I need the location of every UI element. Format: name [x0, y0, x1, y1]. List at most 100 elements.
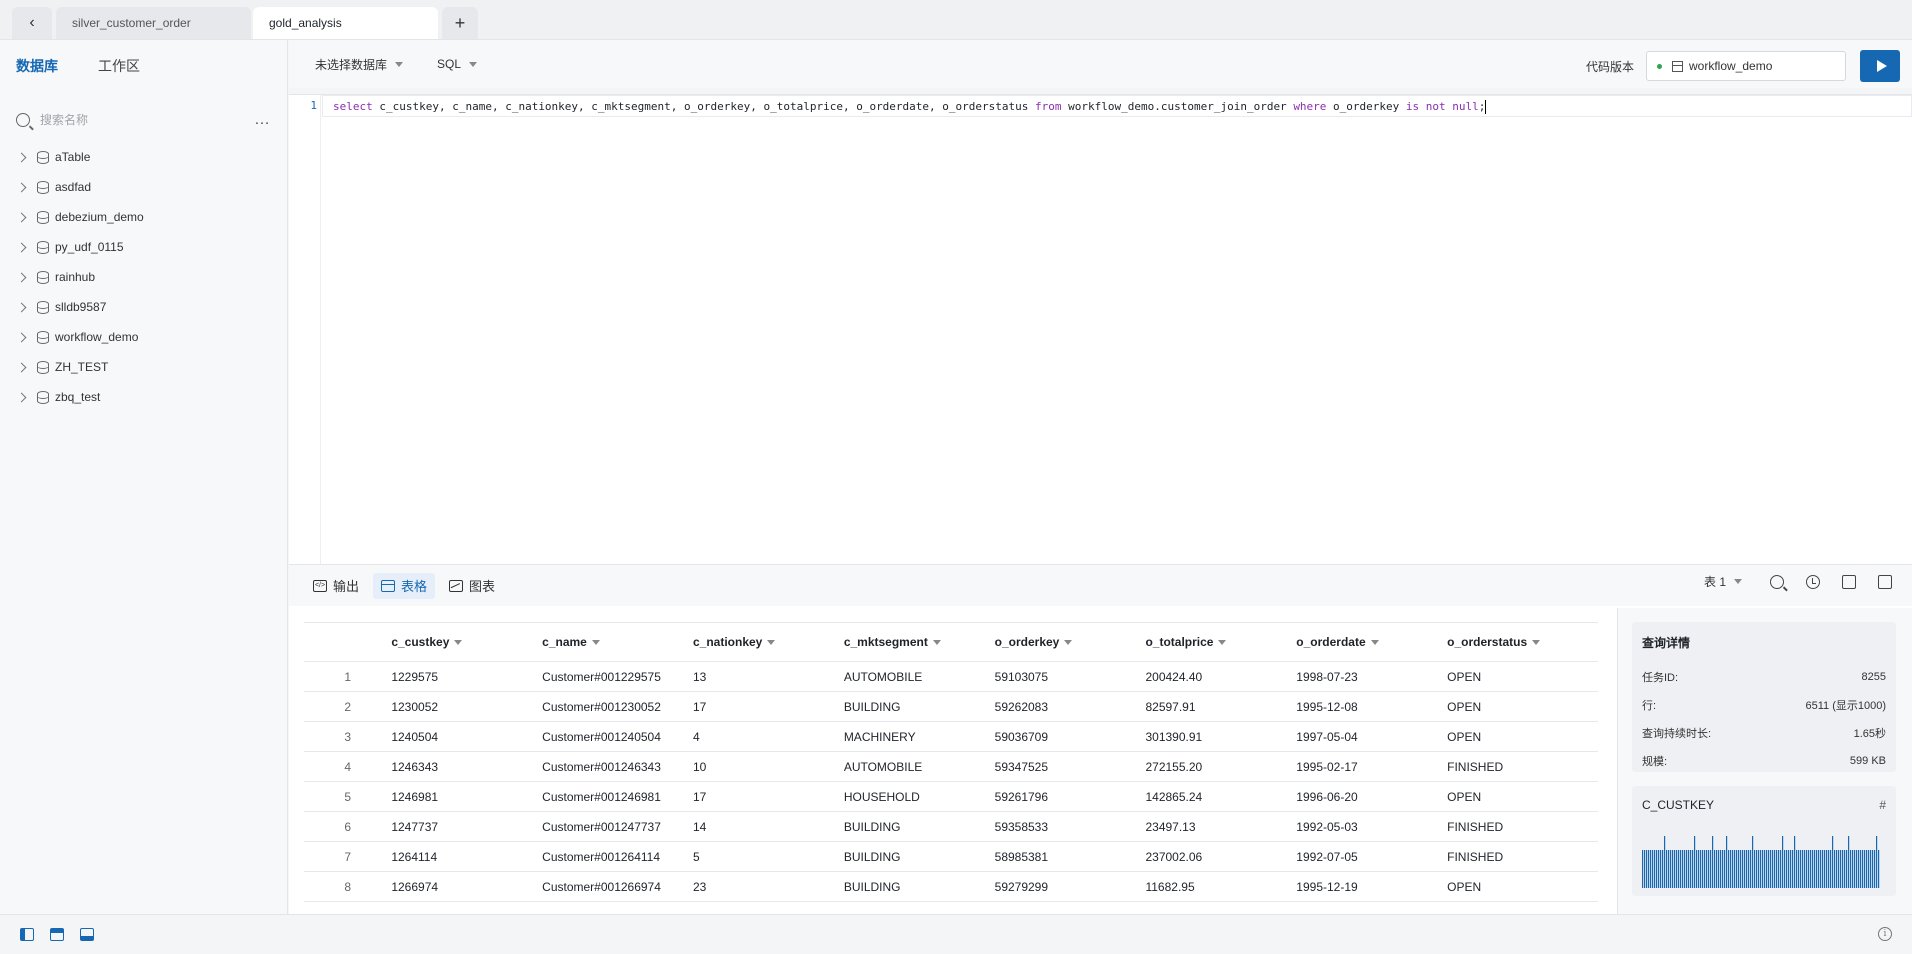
code-line[interactable]: select c_custkey, c_name, c_nationkey, c…	[333, 100, 1487, 114]
table-cell: 82597.91	[1145, 699, 1196, 714]
database-item[interactable]: py_udf_0115	[0, 232, 287, 262]
plus-icon[interactable]: +	[442, 7, 478, 39]
caret-down-icon[interactable]	[1370, 639, 1379, 645]
layout-top-panel-icon[interactable]	[50, 928, 64, 941]
code-version-value: workflow_demo	[1689, 59, 1773, 73]
database-item[interactable]: workflow_demo	[0, 322, 287, 352]
histogram-bar	[1658, 850, 1660, 888]
column-header[interactable]: c_custkey	[391, 635, 542, 649]
caret-down-icon[interactable]	[1218, 639, 1227, 645]
caret-down-icon[interactable]	[1064, 639, 1073, 645]
histogram-bar	[1768, 850, 1770, 888]
table-row[interactable]: 7 1264114 Customer#001264114 5 BUILDING 58985…	[304, 842, 1598, 872]
table-row[interactable]: 8 1266974 Customer#001266974 23 BUILDING 5927…	[304, 872, 1598, 902]
caret-down-icon[interactable]	[591, 639, 600, 645]
download-icon[interactable]	[1842, 574, 1856, 589]
tab-database[interactable]: 数据库	[16, 40, 58, 92]
column-header[interactable]: c_nationkey	[693, 635, 844, 649]
table-cell: Customer#001246343	[542, 759, 661, 774]
more-icon[interactable]: …	[254, 111, 271, 129]
chevron-left-icon[interactable]: ‹	[12, 7, 52, 39]
chevron-right-icon[interactable]	[16, 392, 27, 402]
column-stats-card[interactable]: C_CUSTKEY #	[1632, 786, 1896, 896]
tab-output[interactable]: </> 输出	[305, 573, 367, 599]
language-select[interactable]: SQL	[437, 57, 478, 71]
histogram-bar	[1844, 850, 1846, 888]
detail-row: 任务ID: 8255	[1642, 663, 1886, 691]
chevron-right-icon[interactable]	[16, 152, 27, 162]
tab-bar: ‹ silver_customer_order gold_analysis +	[0, 0, 1912, 40]
code-editor[interactable]: 1 select c_custkey, c_name, c_nationkey,…	[289, 94, 1912, 565]
code-version-select[interactable]: workflow_demo	[1646, 51, 1846, 81]
table-row[interactable]: 4 1246343 Customer#001246343 10 AUTOMOBILE 59…	[304, 752, 1598, 782]
database-item[interactable]: debezium_demo	[0, 202, 287, 232]
run-button[interactable]	[1860, 50, 1900, 82]
caret-down-icon[interactable]	[932, 639, 941, 645]
table-cell: 200424.40	[1145, 669, 1203, 684]
info-icon[interactable]: i	[1878, 927, 1892, 941]
search-row: …	[0, 100, 287, 140]
histogram-bar	[1860, 850, 1862, 888]
chevron-right-icon[interactable]	[16, 362, 27, 372]
table-row[interactable]: 1 1229575 Customer#001229575 13 AUTOMOBILE 59…	[304, 662, 1598, 692]
database-select[interactable]: 未选择数据库	[315, 56, 404, 73]
tab-chart[interactable]: 图表	[441, 573, 503, 599]
chevron-right-icon[interactable]	[16, 302, 27, 312]
chevron-right-icon[interactable]	[16, 242, 27, 252]
sql-keyword: from	[1035, 100, 1062, 113]
search-icon[interactable]	[1770, 574, 1784, 589]
histogram-bar	[1820, 850, 1822, 888]
histogram-bar	[1700, 850, 1702, 888]
table-cell: 58985381	[994, 849, 1049, 864]
tab-silver-customer-order[interactable]: silver_customer_order	[56, 7, 251, 39]
table-row[interactable]: 2 1230052 Customer#001230052 17 BUILDING 5926…	[304, 692, 1598, 722]
table-cell: FINISHED	[1447, 849, 1504, 864]
tab-table-label: 表格	[401, 579, 428, 594]
table-row[interactable]: 3 1240504 Customer#001240504 4 MACHINERY 5903…	[304, 722, 1598, 752]
table-cell: Customer#001266974	[542, 879, 661, 894]
database-item[interactable]: asdfad	[0, 172, 287, 202]
caret-down-icon[interactable]	[454, 639, 463, 645]
table-cell: 59347525	[994, 759, 1049, 774]
histogram-bar	[1760, 850, 1762, 888]
layout-bottom-panel-icon[interactable]	[80, 928, 94, 941]
histogram-bar	[1684, 850, 1686, 888]
database-item[interactable]: zbq_test	[0, 382, 287, 412]
histogram-bar	[1686, 850, 1688, 888]
search-input[interactable]	[40, 113, 254, 127]
line-gutter: 1	[289, 95, 321, 565]
tab-workspace[interactable]: 工作区	[98, 40, 140, 92]
detail-value: 6511 (显示1000)	[1805, 700, 1886, 712]
column-header[interactable]: o_orderstatus	[1447, 635, 1598, 649]
table-row[interactable]: 5 1246981 Customer#001246981 17 HOUSEHOLD 592…	[304, 782, 1598, 812]
database-item[interactable]: aTable	[0, 142, 287, 172]
histogram-bar	[1812, 850, 1814, 888]
column-header[interactable]: o_totalprice	[1145, 635, 1296, 649]
column-header[interactable]: o_orderdate	[1296, 635, 1447, 649]
caret-down-icon[interactable]	[1532, 639, 1541, 645]
database-item[interactable]: rainhub	[0, 262, 287, 292]
caret-down-icon[interactable]	[767, 639, 776, 645]
database-item[interactable]: slldb9587	[0, 292, 287, 322]
chevron-right-icon[interactable]	[16, 332, 27, 342]
table-row[interactable]: 6 1247737 Customer#001247737 14 BUILDING 5935…	[304, 812, 1598, 842]
column-header[interactable]: c_name	[542, 635, 693, 649]
history-icon[interactable]	[1806, 574, 1820, 589]
column-header-label: c_nationkey	[692, 635, 763, 649]
row-index: 4	[344, 759, 351, 774]
database-item[interactable]: ZH_TEST	[0, 352, 287, 382]
column-header[interactable]: o_orderkey	[995, 635, 1146, 649]
layout-left-panel-icon[interactable]	[20, 928, 34, 941]
chevron-right-icon[interactable]	[16, 272, 27, 282]
histogram-bar	[1780, 850, 1782, 888]
column-header[interactable]: c_mktsegment	[844, 635, 995, 649]
result-grid: c_custkey c_name c_nationkey c_mktsegmen…	[304, 622, 1598, 902]
tab-table[interactable]: 表格	[373, 572, 436, 599]
chevron-right-icon[interactable]	[16, 182, 27, 192]
chevron-right-icon[interactable]	[16, 212, 27, 222]
share-icon[interactable]	[1878, 574, 1892, 589]
table-cell: 23497.13	[1145, 819, 1196, 834]
histogram-bar	[1670, 850, 1672, 888]
result-table-select[interactable]: 表 1	[1704, 573, 1742, 590]
tab-gold-analysis[interactable]: gold_analysis	[253, 7, 438, 39]
